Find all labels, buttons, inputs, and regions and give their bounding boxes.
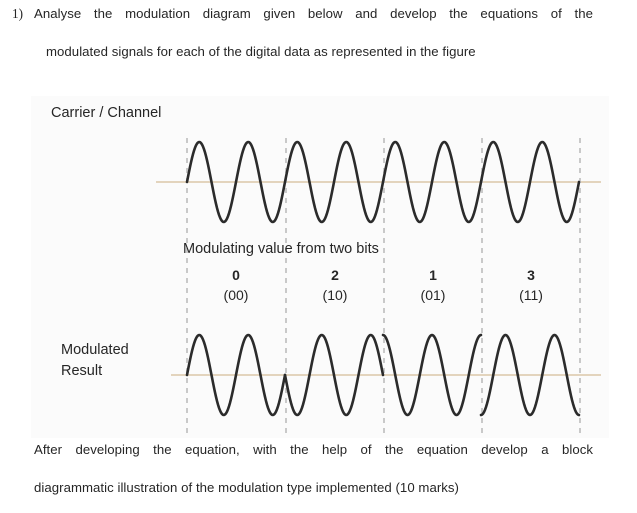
symbol-column-0: 0 (00) — [187, 266, 285, 306]
question-outro-line-2: diagrammatic illustration of the modulat… — [0, 480, 637, 496]
modulating-value-label: Modulating value from two bits — [183, 241, 379, 257]
symbol-column-2: 1 (01) — [384, 266, 482, 306]
modulated-result-label-line-1: Modulated — [61, 342, 129, 358]
symbol-value-0: 0 — [232, 267, 240, 283]
question-intro-text: 1) Analyse the modulation diagram given … — [0, 6, 637, 60]
symbol-bits-3: (11) — [519, 286, 543, 303]
question-outro-line-2-text: diagrammatic illustration of the modulat… — [34, 479, 460, 495]
question-outro-line-1: After developing the equation, with the … — [0, 442, 637, 458]
modulated-result-label: Modulated Result — [61, 340, 129, 382]
symbol-value-1: 2 — [331, 267, 339, 283]
symbol-bits-2: (01) — [420, 286, 446, 303]
symbol-column-3: 3 (11) — [482, 266, 580, 306]
modulation-diagram-panel: Carrier / Channel Modulating value from … — [31, 96, 609, 438]
question-intro-line-2: modulated signals for each of the digita… — [0, 44, 637, 60]
question-outro-text: After developing the equation, with the … — [0, 442, 637, 496]
symbol-value-2: 1 — [429, 267, 437, 283]
question-outro-line-1-text: After developing the equation, with the … — [34, 442, 593, 457]
symbol-bits-1: (10) — [322, 286, 348, 303]
modulated-result-label-line-2: Result — [61, 363, 103, 380]
question-number: 1) — [12, 6, 23, 21]
symbol-bits-0: (00) — [223, 286, 249, 303]
question-intro-line-1-text: Analyse the modulation diagram given bel… — [34, 6, 593, 21]
question-intro-line-2-text: modulated signals for each of the digita… — [46, 43, 476, 59]
symbol-value-3: 3 — [527, 267, 535, 283]
carrier-channel-label: Carrier / Channel — [51, 105, 162, 121]
question-intro-line-1: 1) Analyse the modulation diagram given … — [0, 6, 637, 22]
symbol-column-1: 2 (10) — [286, 266, 384, 306]
